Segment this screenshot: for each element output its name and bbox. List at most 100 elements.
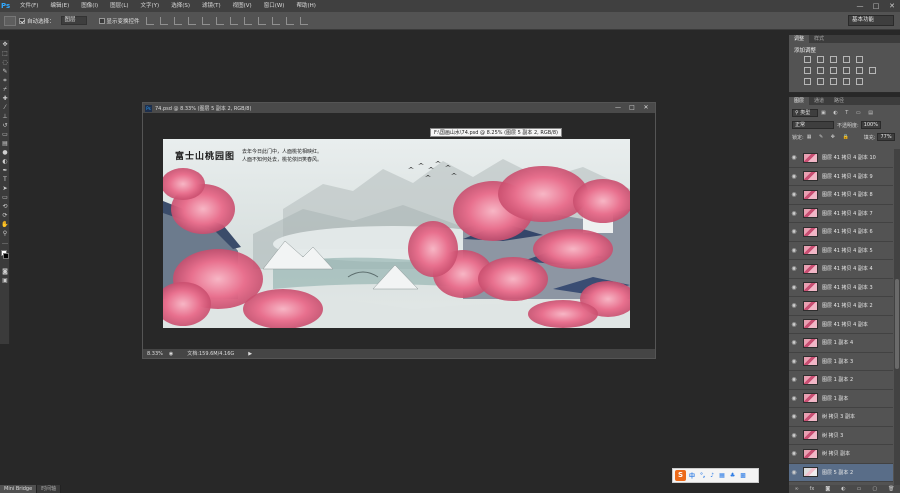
- photo-filter-icon[interactable]: [843, 67, 850, 74]
- tab-channels[interactable]: 通道: [809, 97, 829, 105]
- layer-row[interactable]: ◉ 图层 1 副本 2: [789, 371, 893, 390]
- tab-mini-bridge[interactable]: Mini Bridge: [0, 485, 38, 493]
- menu-item[interactable]: 视图(V): [227, 0, 258, 12]
- visibility-eye-icon[interactable]: ◉: [789, 413, 799, 420]
- opacity-input[interactable]: 100%: [860, 121, 881, 129]
- microphone-icon[interactable]: ♪: [710, 472, 714, 479]
- visibility-eye-icon[interactable]: ◉: [789, 210, 799, 217]
- layers-scrollbar[interactable]: [894, 149, 900, 487]
- distribute-top-icon[interactable]: [229, 16, 238, 25]
- visibility-eye-icon[interactable]: ◉: [789, 247, 799, 254]
- ime-language[interactable]: 中: [689, 471, 695, 480]
- levels-icon[interactable]: [817, 56, 824, 63]
- document-titlebar[interactable]: Ps 74.psd @ 8.33% (图层 5 副本 2, RGB/8) — □…: [143, 103, 655, 113]
- align-left-icon[interactable]: [187, 16, 196, 25]
- quick-select-tool-icon[interactable]: ✎: [0, 67, 10, 76]
- brush-tool-icon[interactable]: ⁄: [0, 103, 10, 112]
- layer-row[interactable]: ◉ 树 拷贝 3 副本: [789, 408, 893, 427]
- doc-close-button[interactable]: ✕: [639, 103, 653, 113]
- zoom-level[interactable]: 8.33%: [147, 351, 163, 357]
- layer-row[interactable]: ◉ 图层 1 副本 4: [789, 334, 893, 353]
- blend-mode-dropdown[interactable]: 正常: [792, 121, 834, 129]
- invert-icon[interactable]: [804, 78, 811, 85]
- visibility-eye-icon[interactable]: ◉: [789, 265, 799, 272]
- layer-row[interactable]: ◉ 图层 1 副本: [789, 389, 893, 408]
- visibility-eye-icon[interactable]: ◉: [789, 228, 799, 235]
- history-brush-tool-icon[interactable]: ↺: [0, 121, 10, 130]
- quick-mask-icon[interactable]: ◙: [0, 267, 10, 276]
- align-bottom-icon[interactable]: [173, 16, 182, 25]
- tab-layers[interactable]: 图层: [789, 97, 810, 105]
- canvas-area[interactable]: 富士山桃园图 去年今日此门中，人面桃花相映红。 人面不知何处去，桃花依旧笑春风。…: [143, 113, 655, 349]
- more-tools-icon[interactable]: …: [0, 238, 10, 247]
- eyedropper-tool-icon[interactable]: ⌿: [0, 85, 10, 94]
- show-transform-checkbox[interactable]: [98, 17, 105, 24]
- align-center-icon[interactable]: [201, 16, 210, 25]
- tab-paths[interactable]: 路径: [829, 97, 849, 105]
- lasso-tool-icon[interactable]: ◌: [0, 58, 10, 67]
- menu-item[interactable]: 编辑(E): [44, 0, 75, 12]
- visibility-eye-icon[interactable]: ◉: [789, 154, 799, 161]
- menu-item[interactable]: 图层(L): [104, 0, 134, 12]
- group-icon[interactable]: ▭: [857, 486, 862, 492]
- adjustment-icon[interactable]: ◐: [841, 486, 845, 492]
- distribute-center-icon[interactable]: [285, 16, 294, 25]
- align-middle-icon[interactable]: [159, 16, 168, 25]
- visibility-eye-icon[interactable]: ◉: [789, 321, 799, 328]
- crop-tool-icon[interactable]: ⌗: [0, 76, 10, 85]
- exposure-icon[interactable]: [843, 56, 850, 63]
- fill-input[interactable]: 77%: [877, 133, 895, 141]
- healing-tool-icon[interactable]: ✚: [0, 94, 10, 103]
- artwork-canvas[interactable]: 富士山桃园图 去年今日此门中，人面桃花相映红。 人面不知何处去，桃花依旧笑春风。: [163, 139, 630, 328]
- tab-timeline[interactable]: 时间轴: [37, 485, 62, 493]
- layer-row[interactable]: ◉ 图层 41 拷贝 4 副本 6: [789, 223, 893, 242]
- layers-scrollbar-thumb[interactable]: [895, 279, 899, 369]
- pen-tool-icon[interactable]: ✒: [0, 166, 10, 175]
- eraser-tool-icon[interactable]: ▭: [0, 130, 10, 139]
- visibility-eye-icon[interactable]: ◉: [789, 395, 799, 402]
- color-balance-icon[interactable]: [817, 67, 824, 74]
- doc-minimize-button[interactable]: —: [611, 103, 625, 113]
- new-layer-icon[interactable]: ▢: [872, 486, 877, 492]
- layer-row[interactable]: ◉ 图层 41 拷贝 4 副本 2: [789, 297, 893, 316]
- align-right-icon[interactable]: [215, 16, 224, 25]
- dodge-tool-icon[interactable]: ◐: [0, 157, 10, 166]
- status-menu-arrow-icon[interactable]: ▶: [248, 351, 252, 357]
- punctuation-icon[interactable]: °,: [700, 472, 705, 479]
- menu-item[interactable]: 窗口(W): [258, 0, 291, 12]
- visibility-eye-icon[interactable]: ◉: [789, 191, 799, 198]
- tab-adjustments[interactable]: 调整: [789, 35, 810, 43]
- visibility-eye-icon[interactable]: ◉: [789, 173, 799, 180]
- brightness-icon[interactable]: [804, 56, 811, 63]
- layer-row[interactable]: ◉ 图层 5 副本 2: [789, 463, 893, 482]
- maximize-button[interactable]: □: [868, 0, 884, 12]
- link-icon[interactable]: ∞: [795, 486, 799, 492]
- distribute-bottom-icon[interactable]: [257, 16, 266, 25]
- menu-item[interactable]: 文字(Y): [135, 0, 166, 12]
- layer-row[interactable]: ◉ 图层 41 拷贝 4 副本 4: [789, 260, 893, 279]
- hue-saturation-icon[interactable]: [804, 67, 811, 74]
- blur-tool-icon[interactable]: ●: [0, 148, 10, 157]
- status-icon[interactable]: ◉: [169, 351, 173, 357]
- layer-row[interactable]: ◉ 图层 41 拷贝 4 副本 5: [789, 241, 893, 260]
- fx-icon[interactable]: fx: [810, 486, 815, 492]
- layer-row[interactable]: ◉ 图层 41 拷贝 4 副本 8: [789, 186, 893, 205]
- auto-select-dropdown[interactable]: 图层: [60, 16, 87, 25]
- menu-item[interactable]: 选择(S): [165, 0, 196, 12]
- move-tool-icon[interactable]: ✥: [0, 40, 10, 49]
- threshold-icon[interactable]: [830, 78, 837, 85]
- layer-row[interactable]: ◉ 树 拷贝 副本: [789, 445, 893, 464]
- shape-tool-icon[interactable]: ▭: [0, 193, 10, 202]
- auto-select-checkbox[interactable]: [19, 17, 25, 24]
- workspace-dropdown[interactable]: 基本功能: [848, 15, 894, 26]
- menu-item[interactable]: 滤镜(T): [196, 0, 227, 12]
- layer-row[interactable]: ◉ 图层 41 拷贝 4 副本 3: [789, 278, 893, 297]
- distribute-middle-icon[interactable]: [243, 16, 252, 25]
- skin-icon[interactable]: ♣: [730, 472, 735, 479]
- zoom-tool-icon[interactable]: ⚲: [0, 229, 10, 238]
- move-tool-icon[interactable]: [4, 15, 16, 26]
- keyboard-icon[interactable]: ▦: [719, 472, 725, 479]
- 3d-rotate-tool-icon[interactable]: ⟲: [0, 202, 10, 211]
- distribute-right-icon[interactable]: [299, 16, 308, 25]
- curves-icon[interactable]: [830, 56, 837, 63]
